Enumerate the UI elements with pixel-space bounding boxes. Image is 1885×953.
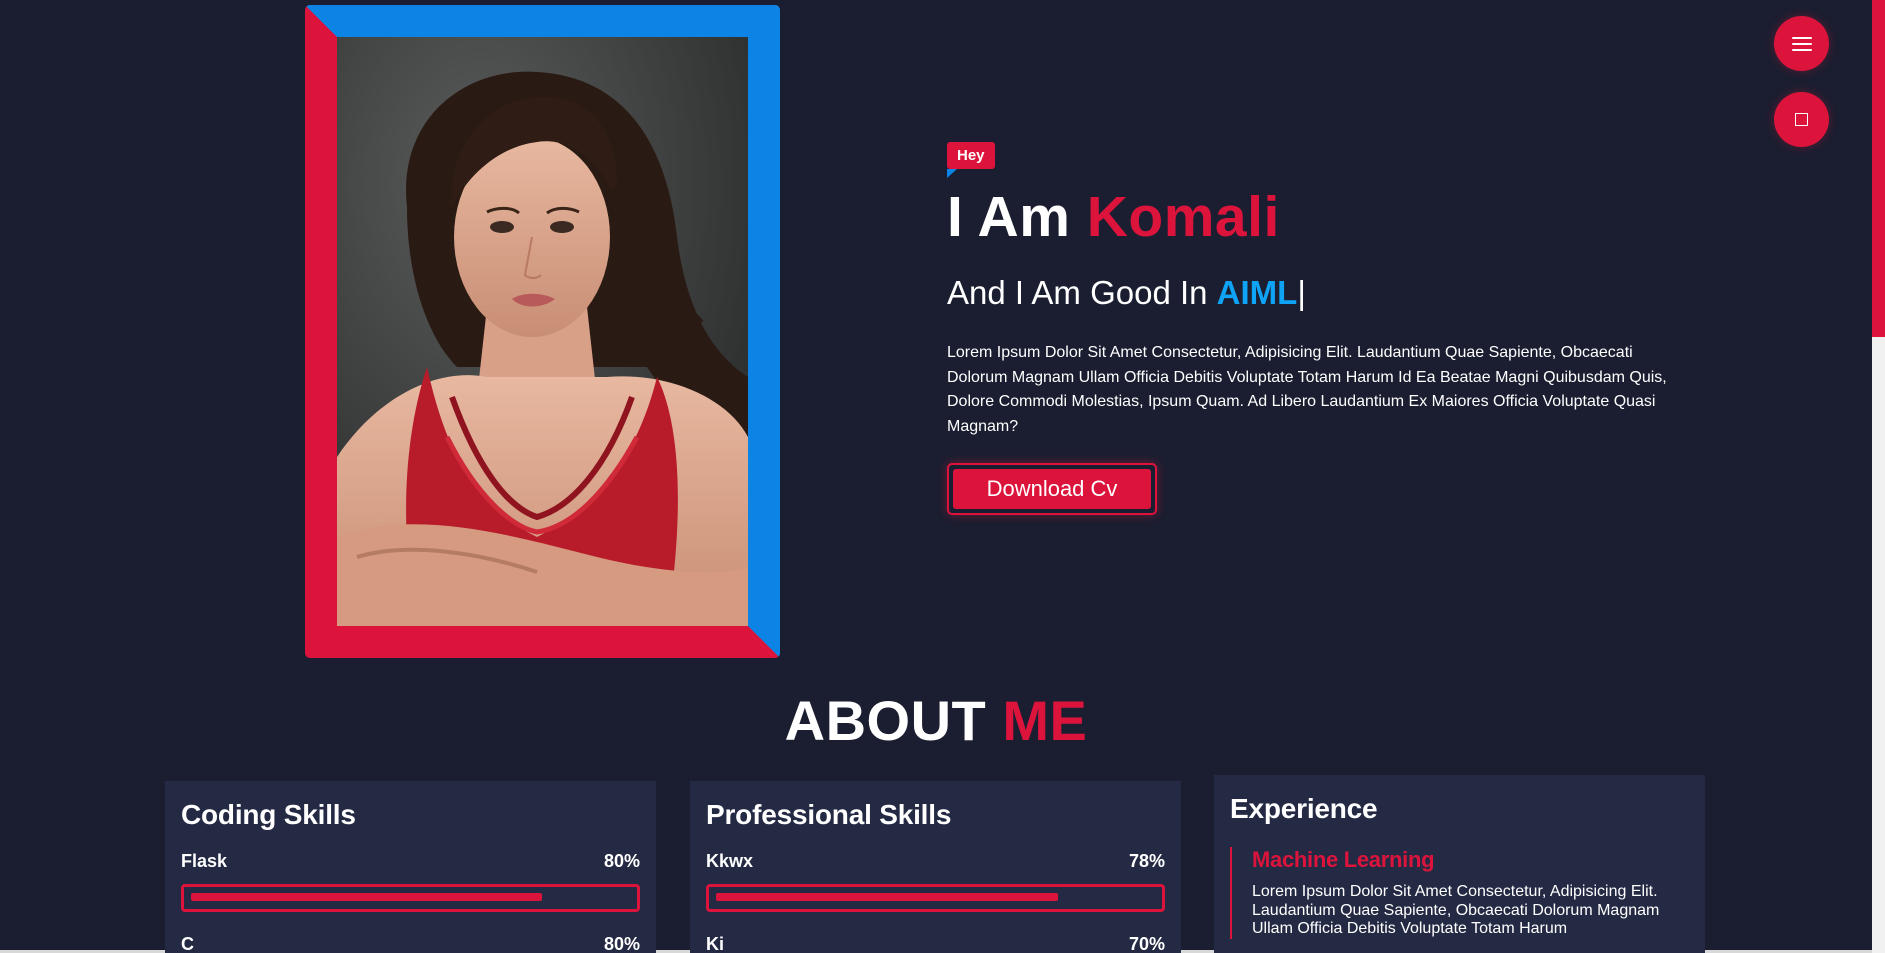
hero-subtitle-prefix: And I Am Good In [947,274,1217,311]
experience-role: Machine Learning [1252,847,1435,872]
experience-title: Experience [1230,793,1378,824]
skill-progress-bar [181,884,640,912]
experience-description: Lorem Ipsum Dolor Sit Amet Consectetur, … [1252,883,1660,937]
profile-photo-frame [305,5,780,658]
menu-button[interactable] [1774,16,1829,71]
about-title-accent: ME [1002,689,1088,752]
skill-percent: 70% [1128,934,1165,953]
skill-percent: 80% [603,934,640,953]
hero-section: Hey I Am Komali And I Am Good In AIML| L… [947,142,1697,515]
skill-progress-fill [716,893,1059,901]
about-title-prefix: ABOUT [784,689,1003,752]
skill-name: C [181,934,194,953]
hero-skill-typed: AIML [1216,274,1298,311]
profile-photo [337,37,748,626]
professional-skills-card: Professional Skills Kkwx 78% Ki 70% [690,781,1181,953]
hero-title: I Am Komali [947,189,1697,246]
skill-percent: 78% [1128,851,1165,871]
hey-badge: Hey [947,142,995,178]
hero-title-prefix: I Am [947,185,1087,249]
coding-skills-title: Coding Skills [181,799,356,830]
skill-row: C 80% [181,934,640,953]
skill-progress-bar [706,884,1165,912]
hero-subtitle: And I Am Good In AIML| [947,276,1697,309]
download-cv-button[interactable]: Download Cv [953,469,1151,509]
skill-row: Kkwx 78% [706,851,1165,872]
professional-skills-title: Professional Skills [706,799,952,830]
theme-toggle-button[interactable] [1774,92,1829,147]
skill-row: Flask 80% [181,851,640,872]
square-icon [1795,113,1808,126]
frame-accent-right [748,5,780,658]
page-scrollbar[interactable] [1872,0,1885,953]
about-title: ABOUT ME [0,688,1872,753]
typing-cursor: | [1297,274,1306,311]
experience-card: Experience Machine Learning Lorem Ipsum … [1214,775,1705,953]
skill-percent: 80% [603,851,640,871]
frame-accent-top [305,5,780,37]
skill-progress-fill [191,893,543,901]
skill-name: Ki [706,934,724,953]
skill-name: Kkwx [706,851,754,871]
hero-description: Lorem Ipsum Dolor Sit Amet Consectetur, … [947,344,1667,435]
hamburger-menu-icon [1791,36,1812,51]
download-cv-wrapper: Download Cv [947,463,1157,515]
coding-skills-card: Coding Skills Flask 80% C 80% [165,781,656,953]
hero-name: Komali [1086,185,1280,249]
skill-row: Ki 70% [706,934,1165,953]
experience-item: Machine Learning Lorem Ipsum Dolor Sit A… [1230,847,1689,939]
skill-name: Flask [181,851,228,871]
scrollbar-thumb[interactable] [1872,0,1885,337]
